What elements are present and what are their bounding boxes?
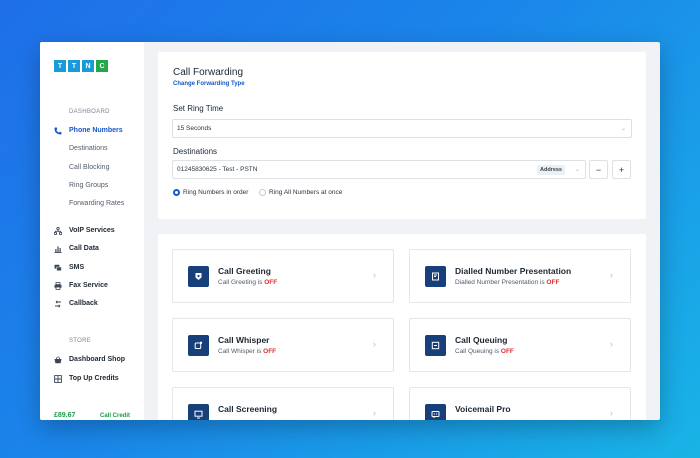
radio-ring-in-order[interactable]: Ring Numbers in order: [173, 189, 248, 196]
sidebar-item-dashboard-shop[interactable]: Dashboard Shop: [53, 355, 125, 364]
sidebar-item-label: Fax Service: [69, 282, 108, 289]
sidebar-item-label: Phone Numbers: [69, 127, 123, 134]
ring-time-select[interactable]: 15 Seconds ⌄: [172, 119, 632, 138]
feature-status: Call Greeting is OFF: [218, 279, 278, 286]
ttnc-logo[interactable]: T T N C: [54, 60, 108, 72]
feature-card-call-queuing[interactable]: Call Queuing Call Queuing is OFF ›: [409, 318, 631, 372]
remove-destination-button[interactable]: −: [589, 160, 608, 179]
chevron-down-icon: ⌄: [620, 126, 626, 132]
status-off: OFF: [500, 348, 514, 355]
logo-letter: T: [54, 60, 66, 72]
sidebar-item-label: Callback: [69, 300, 98, 307]
change-forwarding-type-link[interactable]: Change Forwarding Type: [173, 81, 245, 87]
destination-input[interactable]: 01245830625 - Test - PSTN Address ⌄: [172, 160, 586, 179]
screening-icon: [188, 404, 209, 420]
feature-name: Dialled Number Presentation: [455, 266, 572, 276]
chat-icon: [53, 263, 62, 272]
call-credit-label: Call Credit: [100, 413, 131, 419]
sidebar-item-voip-services[interactable]: VoIP Services: [53, 226, 115, 235]
bar-chart-icon: [53, 244, 62, 253]
feature-name: Call Greeting: [218, 266, 271, 276]
radio-ring-all-at-once[interactable]: Ring All Numbers at once: [259, 189, 342, 196]
destinations-label: Destinations: [173, 147, 218, 156]
queue-icon: [425, 335, 446, 356]
logo-letter: N: [82, 60, 94, 72]
chevron-right-icon: ›: [610, 408, 613, 418]
feature-name: Call Whisper: [218, 335, 270, 345]
ring-time-label: Set Ring Time: [173, 104, 224, 113]
address-badge[interactable]: Address: [536, 165, 565, 175]
page-title: Call Forwarding: [173, 67, 244, 78]
sidebar: T T N C DASHBOARD Phone Numbers Destinat…: [40, 42, 144, 420]
destination-value: 01245830625 - Test - PSTN: [177, 166, 258, 173]
network-icon: [53, 226, 62, 235]
sidebar-item-label: Dashboard Shop: [69, 356, 126, 363]
grid-icon: [53, 374, 62, 383]
whisper-icon: [188, 335, 209, 356]
sidebar-item-callback[interactable]: Callback: [53, 299, 98, 308]
phone-icon: [53, 126, 62, 135]
printer-icon: [53, 281, 62, 290]
chevron-right-icon: ›: [373, 339, 376, 349]
callback-icon: [53, 299, 62, 308]
radio-selected-icon: [173, 189, 180, 196]
features-panel: Call Greeting Call Greeting is OFF › Dia…: [158, 234, 646, 420]
sidebar-item-phone-numbers[interactable]: Phone Numbers: [53, 126, 123, 135]
add-destination-button[interactable]: +: [612, 160, 631, 179]
logo-letter: C: [96, 60, 108, 72]
logo-letter: T: [68, 60, 80, 72]
feature-card-call-whisper[interactable]: Call Whisper Call Whisper is OFF ›: [172, 318, 394, 372]
sidebar-subitem-destinations[interactable]: Destinations: [69, 145, 108, 152]
feature-card-call-greeting[interactable]: Call Greeting Call Greeting is OFF ›: [172, 249, 394, 303]
chevron-right-icon: ›: [373, 408, 376, 418]
sidebar-item-label: VoIP Services: [69, 227, 115, 234]
presentation-icon: [425, 266, 446, 287]
ring-time-value: 15 Seconds: [177, 125, 212, 132]
call-credit-value: £89.67: [54, 412, 76, 419]
sidebar-subitem-call-blocking[interactable]: Call Blocking: [69, 164, 109, 171]
status-off: OFF: [264, 279, 278, 286]
sidebar-subitem-ring-groups[interactable]: Ring Groups: [69, 182, 108, 189]
radio-label: Ring Numbers in order: [183, 189, 249, 196]
radio-unselected-icon: [259, 189, 266, 196]
section-label-dashboard: DASHBOARD: [69, 109, 110, 115]
feature-card-dialled-number-presentation[interactable]: Dialled Number Presentation Dialled Numb…: [409, 249, 631, 303]
voicemail-icon: [425, 404, 446, 420]
greeting-icon: [188, 266, 209, 287]
feature-name: Call Screening: [218, 404, 278, 414]
sidebar-item-label: SMS: [69, 264, 85, 271]
sidebar-item-top-up-credits[interactable]: Top Up Credits: [53, 374, 119, 383]
section-label-store: STORE: [69, 338, 92, 344]
feature-name: Call Queuing: [455, 335, 508, 345]
sidebar-item-label: Top Up Credits: [69, 375, 119, 382]
feature-card-voicemail-pro[interactable]: Voicemail Pro ›: [409, 387, 631, 420]
sidebar-item-label: Call Data: [69, 245, 99, 252]
status-off: OFF: [546, 279, 560, 286]
chevron-down-icon: ⌄: [574, 167, 580, 173]
feature-status: Dialled Number Presentation is OFF: [455, 279, 560, 286]
feature-name: Voicemail Pro: [455, 404, 511, 414]
call-forwarding-card: Call Forwarding Change Forwarding Type S…: [158, 52, 646, 219]
chevron-right-icon: ›: [610, 339, 613, 349]
sidebar-item-fax-service[interactable]: Fax Service: [53, 281, 108, 290]
sidebar-item-sms[interactable]: SMS: [53, 263, 84, 272]
sidebar-item-call-data[interactable]: Call Data: [53, 244, 99, 253]
app-window: T T N C DASHBOARD Phone Numbers Destinat…: [40, 42, 660, 420]
basket-icon: [53, 355, 62, 364]
chevron-right-icon: ›: [610, 270, 613, 280]
radio-label: Ring All Numbers at once: [269, 189, 343, 196]
status-off: OFF: [263, 348, 277, 355]
sidebar-subitem-forwarding-rates[interactable]: Forwarding Rates: [69, 200, 124, 207]
chevron-right-icon: ›: [373, 270, 376, 280]
feature-status: Call Queuing is OFF: [455, 348, 514, 355]
feature-status: Call Whisper is OFF: [218, 348, 277, 355]
feature-card-call-screening[interactable]: Call Screening ›: [172, 387, 394, 420]
